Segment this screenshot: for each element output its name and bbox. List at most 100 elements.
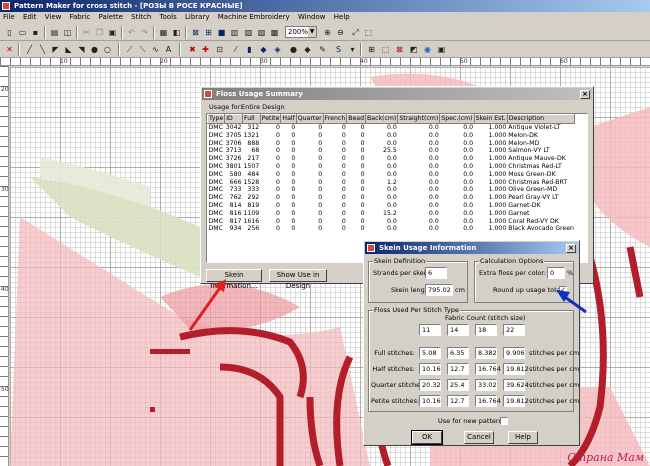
table-row[interactable]: DMC 3801 1507 0 0 0 0 0 0.0 0.0 0.0 1.000 Christmas … (208, 163, 575, 171)
quarter-11-field[interactable]: 20.32 (419, 379, 441, 391)
redo-icon[interactable]: ↷ (139, 27, 150, 38)
zoom-fit-icon[interactable]: ⤢ (350, 27, 361, 38)
column-header[interactable]: Type (207, 114, 226, 124)
line-tool-icon[interactable]: ⁄ (230, 44, 241, 55)
column-header[interactable]: Petite (259, 114, 282, 124)
color-picker-icon[interactable]: ✎ (317, 44, 328, 55)
arrow-down-icon[interactable]: ▾ (347, 44, 358, 55)
round-up-checkbox[interactable]: ✓ (559, 286, 567, 294)
extra-floss-input[interactable]: 0 (547, 267, 565, 279)
grid-toggle-icon[interactable]: ⊞ (203, 27, 214, 38)
full-stitch-tool-icon[interactable]: ✖ (187, 44, 198, 55)
full-18-field[interactable]: 8.382 (475, 347, 497, 359)
column-header[interactable]: Bead (346, 114, 367, 124)
table-row[interactable]: DMC 816 1109 0 0 0 0 0 15.2 0.0 0.0 1.000 Garnet (208, 210, 575, 218)
full-14-field[interactable]: 6.35 (447, 347, 469, 359)
ellipse-tool-icon[interactable]: ◆ (258, 44, 269, 55)
half-18-field[interactable]: 16.764 (475, 363, 501, 375)
menu-palette[interactable]: Palette (96, 12, 126, 23)
selection-color-icon[interactable]: ⊠ (394, 44, 405, 55)
half-22-field[interactable]: 19.812 (503, 363, 529, 375)
selection-rect-icon[interactable]: ⬚ (380, 44, 391, 55)
count-22-field[interactable]: 22 (503, 324, 525, 336)
table-row[interactable]: DMC 3706 888 0 0 0 0 0 0.0 0.0 0.0 1.000 Melon-MD (208, 140, 575, 148)
table-row[interactable]: DMC 580 484 0 0 0 0 0 0.0 0.0 0.0 1.000 Moss Green-D… (208, 171, 575, 179)
table-row[interactable]: DMC 814 819 0 0 0 0 0 0.0 0.0 0.0 1.000 Garnet-DK (208, 202, 575, 210)
half-stitch-icon[interactable]: ╱ (24, 44, 35, 55)
quarter-18-field[interactable]: 33.02 (475, 379, 497, 391)
copy-icon[interactable]: ❐ (94, 27, 105, 38)
eraser-icon[interactable]: ⊡ (214, 44, 225, 55)
cancel-button[interactable]: Cancel (464, 431, 494, 444)
half-14-field[interactable]: 12.7 (447, 363, 469, 375)
close-icon[interactable]: × (580, 90, 590, 99)
count-18-field[interactable]: 18 (475, 324, 497, 336)
print-icon[interactable]: ▤ (49, 27, 60, 38)
french-knot-icon[interactable]: ● (89, 44, 100, 55)
count-14-field[interactable]: 14 (447, 324, 469, 336)
backstitch-icon[interactable]: ⟋ (124, 44, 135, 55)
petite-stitch-icon[interactable]: ◥ (76, 44, 87, 55)
column-header[interactable]: Description (506, 114, 576, 124)
flood-fill-icon[interactable]: ◈ (272, 44, 283, 55)
show-use-in-design-button[interactable]: Show Use in Design (269, 269, 327, 290)
full-22-field[interactable]: 9.906 (503, 347, 525, 359)
petite-22-field[interactable]: 19.812 (503, 395, 529, 407)
table-row[interactable]: DMC 934 256 0 0 0 0 0 0.0 0.0 0.0 1.000 Black Avocad… (208, 225, 575, 233)
stitch-view-icon[interactable]: ▥ (229, 27, 240, 38)
rotate-icon[interactable]: ◉ (422, 44, 433, 55)
zoom-out-icon[interactable]: ⊖ (335, 27, 346, 38)
table-row[interactable]: DMC 817 1616 0 0 0 0 0 0.0 0.0 0.0 1.000 Coral Red-V… (208, 218, 575, 226)
half-stitch-back-icon[interactable]: ╲ (37, 44, 48, 55)
count-11-field[interactable]: 11 (419, 324, 441, 336)
color-view-icon[interactable]: ▨ (256, 27, 267, 38)
use-for-new-patterns-checkbox[interactable] (500, 417, 508, 425)
diamond-tool-icon[interactable]: ◆ (302, 44, 313, 55)
close-icon[interactable]: × (566, 244, 576, 253)
menu-view[interactable]: View (42, 12, 65, 23)
mirror-icon[interactable]: ◩ (408, 44, 419, 55)
table-row[interactable]: DMC 762 292 0 0 0 0 0 0.0 0.0 0.0 1.000 Pearl Gray-V… (208, 194, 575, 202)
petite-14-field[interactable]: 12.7 (447, 395, 469, 407)
column-header[interactable]: Half (280, 114, 297, 124)
full-stitch-icon[interactable]: ✕ (4, 44, 15, 55)
column-header[interactable]: Skein Est. (473, 114, 508, 124)
circle-tool-icon[interactable]: ● (288, 44, 299, 55)
menu-machine-embroidery[interactable]: Machine Embroidery (215, 12, 293, 23)
strands-per-skein-input[interactable]: 6 (425, 267, 447, 279)
quarter-14-field[interactable]: 25.4 (447, 379, 469, 391)
quarter-22-field[interactable]: 39.624 (503, 379, 529, 391)
menu-file[interactable]: File (0, 12, 18, 23)
column-header[interactable]: ID (224, 114, 243, 124)
partial-stitch-tool-icon[interactable]: ✚ (200, 44, 211, 55)
text-tool-icon[interactable]: A (163, 44, 174, 55)
column-header[interactable]: Back(cm) (365, 114, 399, 124)
print-preview-icon[interactable]: ◫ (62, 27, 73, 38)
column-header[interactable]: Straight(cm) (397, 114, 441, 124)
undo-icon[interactable]: ↶ (126, 27, 137, 38)
table-row[interactable]: DMC 3705 1321 0 0 0 0 0 0.0 0.0 0.0 1.000 Melon-DK (208, 132, 575, 140)
half-11-field[interactable]: 10.16 (419, 363, 441, 375)
help-button[interactable]: Help (508, 431, 538, 444)
palette-icon[interactable]: ◧ (171, 27, 182, 38)
fabric-icon[interactable]: ▦ (158, 27, 169, 38)
column-header[interactable]: Full (241, 114, 261, 124)
zoom-in-icon[interactable]: ⊕ (322, 27, 333, 38)
menu-tools[interactable]: Tools (157, 12, 180, 23)
skein-information-button[interactable]: Skein Information... (206, 269, 262, 290)
menu-window[interactable]: Window (295, 12, 329, 23)
table-row[interactable]: DMC 733 333 0 0 0 0 0 0.0 0.0 0.0 1.000 Olive Green-… (208, 186, 575, 194)
three-quarter-stitch-icon[interactable]: ◣ (63, 44, 74, 55)
menu-stitch[interactable]: Stitch (128, 12, 154, 23)
select-icon[interactable]: ⊠ (190, 27, 201, 38)
table-row[interactable]: DMC 3726 217 0 0 0 0 0 0.0 0.0 0.0 1.000 Antique Mau… (208, 155, 575, 163)
realistic-view-icon[interactable]: ▩ (269, 27, 280, 38)
table-row[interactable]: DMC 666 1528 0 0 0 0 0 1.2 0.0 0.0 1.000 Christmas R… (208, 179, 575, 187)
petite-18-field[interactable]: 16.764 (475, 395, 501, 407)
skein-length-input[interactable]: 795.02 (425, 284, 453, 296)
menu-help[interactable]: Help (331, 12, 353, 23)
table-row[interactable]: DMC 3713 68 0 0 0 0 0 25.5 0.0 0.0 1.000 Salmon-VY L… (208, 147, 575, 155)
cut-icon[interactable]: ✂ (81, 27, 92, 38)
save-icon[interactable]: ▪ (30, 27, 41, 38)
table-row[interactable]: DMC 3042 312 0 0 0 0 0 0.0 0.0 0.0 1.000 Antique Vio… (208, 124, 575, 132)
